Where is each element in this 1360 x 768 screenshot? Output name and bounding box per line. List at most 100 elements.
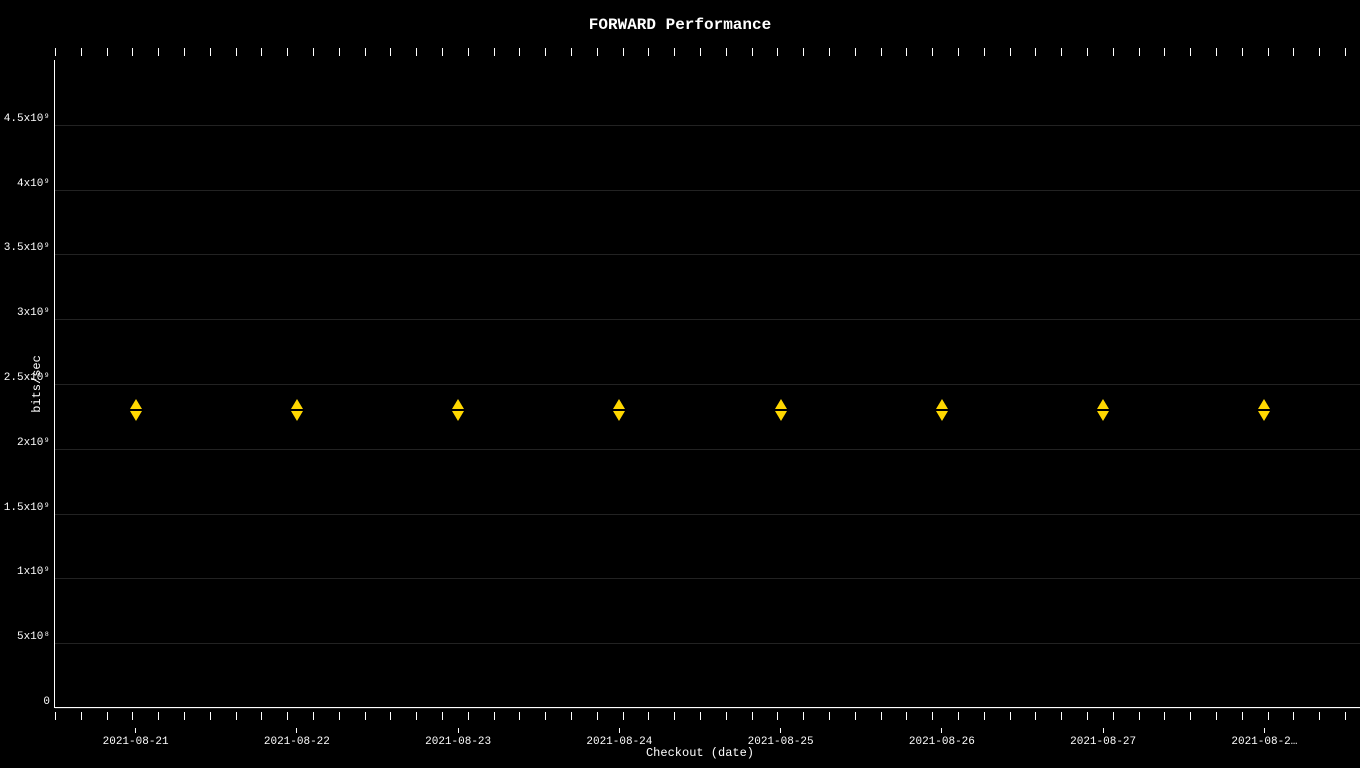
chart-area: 4.5x10⁹—4x10⁹—3.5x10⁹—3x10⁹—2.5x10⁹—2x10… <box>55 60 1345 708</box>
y-tick-label: 2.5x10⁹ <box>4 372 50 384</box>
top-tick-mark <box>906 48 907 56</box>
y-grid-line <box>55 384 1360 385</box>
left-axis-line <box>54 60 55 708</box>
top-tick-mark <box>1319 48 1320 56</box>
top-tick-mark <box>184 48 185 56</box>
top-tick-mark <box>1164 48 1165 56</box>
top-tick-mark <box>803 48 804 56</box>
top-tick-mark <box>623 48 624 56</box>
top-tick-mark <box>726 48 727 56</box>
y-grid-line <box>55 125 1360 126</box>
diamond-down <box>452 411 464 421</box>
diamond-up <box>1258 399 1270 409</box>
x-tick: 2021-08-23 <box>425 728 491 748</box>
data-point-group <box>291 399 303 421</box>
y-tick-label: 1x10⁹ <box>17 566 50 578</box>
x-tick-mark <box>1264 728 1265 733</box>
x-tick: 2021-08-2… <box>1231 728 1297 748</box>
top-tick-mark <box>571 48 572 56</box>
y-grid-line <box>55 190 1360 191</box>
diamond-up <box>452 399 464 409</box>
x-tick: 2021-08-27 <box>1070 728 1136 748</box>
x-tick: 2021-08-25 <box>748 728 814 748</box>
diamond-up <box>613 399 625 409</box>
top-tick-mark <box>55 48 56 56</box>
diamond-down <box>775 411 787 421</box>
x-tick-mark <box>135 728 136 733</box>
top-tick-mark <box>829 48 830 56</box>
x-tick: 2021-08-22 <box>264 728 330 748</box>
top-tick-mark <box>700 48 701 56</box>
top-tick-mark <box>1113 48 1114 56</box>
top-tick-mark <box>81 48 82 56</box>
top-tick-mark <box>855 48 856 56</box>
y-tick-label: 5x10⁸ <box>17 631 50 643</box>
diamond-down <box>130 411 142 421</box>
x-axis-title: Checkout (date) <box>55 746 1345 760</box>
x-tick-mark <box>780 728 781 733</box>
top-tick-mark <box>494 48 495 56</box>
diamond-up <box>936 399 948 409</box>
top-tick-mark <box>313 48 314 56</box>
y-grid-line <box>55 449 1360 450</box>
diamond-down <box>613 411 625 421</box>
top-tick-mark <box>158 48 159 56</box>
x-tick: 2021-08-24 <box>586 728 652 748</box>
top-tick-mark <box>1190 48 1191 56</box>
data-point-group <box>1097 399 1109 421</box>
top-tick-mark <box>390 48 391 56</box>
top-tick-mark <box>881 48 882 56</box>
diamond-down <box>291 411 303 421</box>
top-tick-mark <box>674 48 675 56</box>
top-tick-mark <box>107 48 108 56</box>
top-tick-mark <box>339 48 340 56</box>
top-tick-mark <box>1242 48 1243 56</box>
zero-axis-line <box>55 707 1360 708</box>
diamond-up <box>130 399 142 409</box>
data-point-group <box>130 399 142 421</box>
diamond-down <box>1097 411 1109 421</box>
top-tick-mark <box>597 48 598 56</box>
y-grid-line <box>55 254 1360 255</box>
diamond-up <box>1097 399 1109 409</box>
y-tick-label: 2x10⁹ <box>17 437 50 449</box>
diamond-up <box>291 399 303 409</box>
top-tick-mark <box>132 48 133 56</box>
data-point-group <box>775 399 787 421</box>
top-tick-mark <box>468 48 469 56</box>
y-grid-line <box>55 578 1360 579</box>
top-tick-mark <box>365 48 366 56</box>
y-tick-label: 3x10⁹ <box>17 307 50 319</box>
x-tick-mark <box>1103 728 1104 733</box>
y-grid-line <box>55 643 1360 644</box>
top-tick-mark <box>648 48 649 56</box>
y-tick-label: 4x10⁹ <box>17 178 50 190</box>
diamond-down <box>1258 411 1270 421</box>
top-tick-mark <box>1293 48 1294 56</box>
top-tick-mark <box>442 48 443 56</box>
top-tick-mark <box>261 48 262 56</box>
y-grid-line <box>55 514 1360 515</box>
x-tick-mark <box>296 728 297 733</box>
y-grid-line <box>55 319 1360 320</box>
top-tick-mark <box>1268 48 1269 56</box>
x-tick: 2021-08-21 <box>103 728 169 748</box>
diamond-down <box>936 411 948 421</box>
chart-container: FORWARD Performance bits/sec 4.5x10⁹—4x1… <box>0 0 1360 768</box>
y-axis-label: bits/sec <box>30 355 44 413</box>
data-point-group <box>1258 399 1270 421</box>
chart-title: FORWARD Performance <box>0 16 1360 34</box>
top-tick-mark <box>752 48 753 56</box>
top-tick-mark <box>932 48 933 56</box>
diamond-up <box>775 399 787 409</box>
bottom-tick-mark <box>1345 712 1346 720</box>
top-tick-mark <box>236 48 237 56</box>
top-tick-mark <box>1087 48 1088 56</box>
top-tick-mark <box>519 48 520 56</box>
y-tick-label: 0 <box>43 696 50 708</box>
top-tick-mark <box>287 48 288 56</box>
top-tick-mark <box>1216 48 1217 56</box>
top-tick-mark <box>958 48 959 56</box>
top-tick-mark <box>210 48 211 56</box>
y-tick-label: 4.5x10⁹ <box>4 113 50 125</box>
